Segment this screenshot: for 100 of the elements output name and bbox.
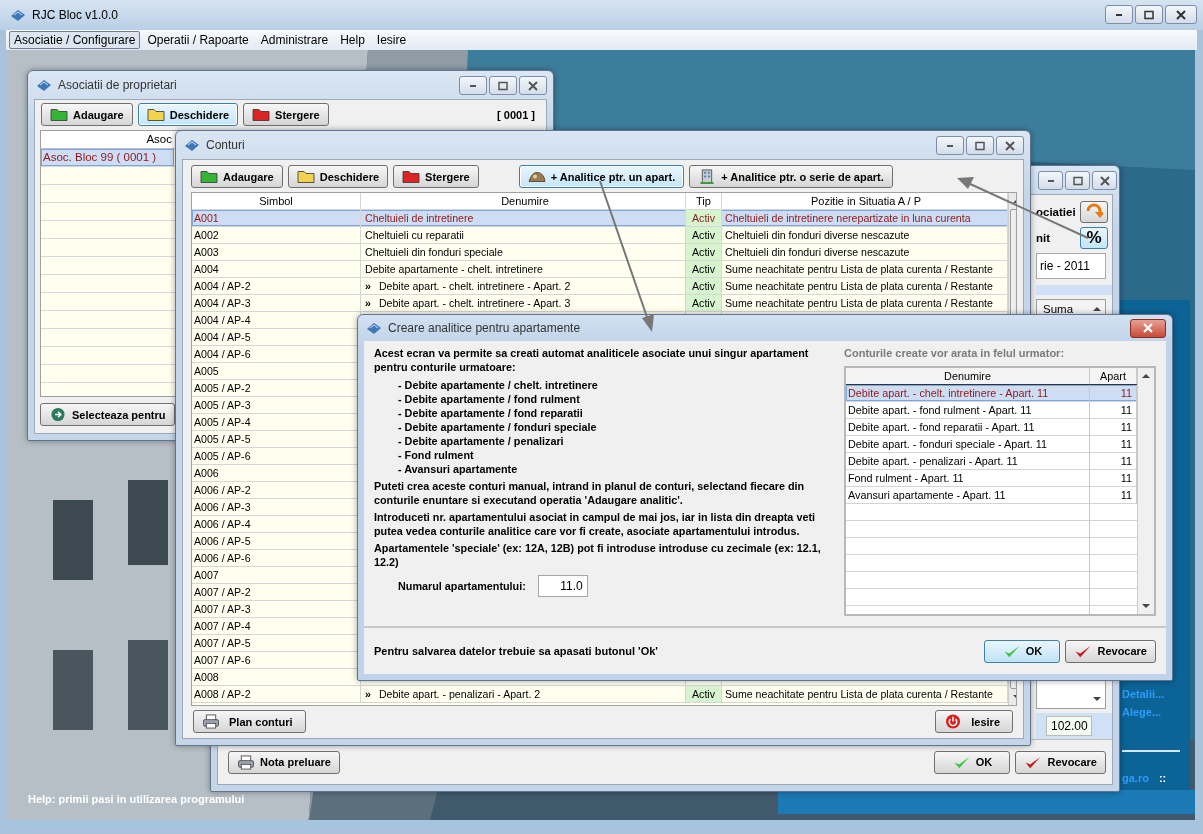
field-label: Numarul apartamentului: <box>398 580 526 592</box>
select-button[interactable]: Selecteaza pentru <box>40 403 175 426</box>
close-button[interactable] <box>519 76 547 95</box>
table-cell-text: Cheltuieli din fonduri diverse nescazute <box>725 245 910 260</box>
table-row[interactable]: A003 Cheltuieli din fonduri speciale Activ Cheltuieli din fonduri diverse nescazute <box>192 244 1008 261</box>
list-item: - Avansuri apartamente <box>398 462 519 476</box>
period-field[interactable]: rie - 2011 <box>1036 253 1106 279</box>
printer-icon <box>202 714 220 729</box>
table-row[interactable]: A004 Debite apartamente - chelt. intretinere Activ Sume neachitate pentru Lista de plata curenta / Restante <box>192 261 1008 278</box>
close-button[interactable] <box>1130 318 1166 338</box>
app-icon <box>184 137 200 153</box>
print-button[interactable]: Plan conturi <box>193 710 306 733</box>
maximize-button[interactable] <box>1135 5 1163 24</box>
folder-icon <box>50 107 68 122</box>
menu-item[interactable]: Administrare <box>255 31 334 49</box>
close-icon <box>1142 323 1154 333</box>
close-icon <box>1004 140 1016 151</box>
toolbar-button[interactable]: + Analitice ptr. o serie de apart. <box>689 165 893 188</box>
table-row[interactable]: A004 / AP-3 » Debite apart. - chelt. intretinere - Apart. 3 Activ Sume neachitate pentru Lista de plata curenta / Restante <box>192 295 1008 312</box>
print-button[interactable]: Nota preluare <box>228 750 340 774</box>
table-cell-text: Activ <box>692 228 715 243</box>
table-row[interactable]: Fond rulment - Apart. 11 11 <box>846 470 1137 487</box>
minimize-button[interactable] <box>1038 171 1063 190</box>
scroll-down-icon[interactable] <box>1141 602 1151 610</box>
table-row[interactable]: A002 Cheltuieli cu reparatii Activ Cheltuieli din fonduri diverse nescazute <box>192 227 1008 244</box>
menu-item[interactable]: Help <box>335 31 370 49</box>
table-row[interactable]: Debite apart. - penalizari - Apart. 11 11 <box>846 453 1137 470</box>
list-item: - Debite apartamente / fond reparatii <box>398 406 584 420</box>
table-cell: Fond rulment - Apart. 11 <box>846 470 1090 486</box>
close-icon <box>527 80 539 91</box>
table-row[interactable]: A001 Cheltuieli de intretinere Activ Cheltuieli de intretinere nerepartizate in luna curenta <box>192 210 1008 227</box>
paragraph: Introduceti nr. apartamentului asociat in campul de mai jos, iar in lista din dreapta veti putea vedea conturile analitice care vor fi create, asociate apartamentului introdus. <box>374 511 816 538</box>
help-text: Help: primii pasi in utilizarea programului <box>28 793 245 805</box>
maximize-button[interactable] <box>1065 171 1090 190</box>
column-header[interactable]: Asoc <box>41 131 174 148</box>
label: nit <box>1036 232 1051 244</box>
window-title: RJC Bloc v1.0.0 <box>32 8 119 22</box>
printer-icon <box>237 754 255 770</box>
paragraph: Puteti crea aceste conturi manual, intrand in planul de conturi, selectand fiecare din conturile enuntare si executand operatia 'Adaugare analitic'. <box>374 480 806 507</box>
folder-icon <box>252 107 271 122</box>
minimize-button[interactable] <box>1105 5 1133 24</box>
toolbar-button[interactable]: + Analitice ptr. un apart. <box>518 165 685 188</box>
table-cell-text: Cheltuieli din fonduri speciale <box>365 245 503 260</box>
table-cell-text: Activ <box>692 296 715 311</box>
table-cell: A008 / AP-2 <box>192 686 361 702</box>
list-item: - Debite apartamente / fonduri speciale <box>398 420 598 434</box>
close-button[interactable] <box>1165 5 1197 24</box>
column-header[interactable]: Denumire <box>361 193 686 209</box>
maximize-icon <box>1071 175 1084 186</box>
table-row[interactable]: Debite apart. - fonduri speciale - Apart. 11 11 <box>846 436 1137 453</box>
apartment-number-field[interactable]: 11.0 <box>537 575 588 597</box>
menu-item[interactable]: Iesire <box>371 31 412 49</box>
toolbar-button[interactable]: Deschidere <box>287 165 389 188</box>
table-row[interactable]: Debite apart. - chelt. intretinere - Apart. 11 11 <box>846 385 1137 402</box>
cancel-button[interactable]: Revocare <box>1065 639 1156 663</box>
table-cell: Debite apart. - penalizari - Apart. 11 <box>846 453 1090 469</box>
scroll-down-icon[interactable] <box>1092 695 1102 703</box>
app-icon <box>36 77 52 93</box>
percent-button[interactable]: % <box>1080 227 1108 249</box>
scroll-up-icon[interactable] <box>1141 372 1151 380</box>
cancel-button[interactable]: Revocare <box>1015 750 1106 774</box>
column-header[interactable]: Simbol <box>192 193 361 209</box>
maximize-button[interactable] <box>966 136 994 155</box>
toolbar-button[interactable]: Stergere <box>243 103 329 126</box>
menu-item[interactable]: Operatii / Rapoarte <box>142 31 254 49</box>
intro-text: Acest ecran va permite sa creati automat analiticele asociate unui singur apartament pentru conturile urmatoare: <box>374 347 810 374</box>
table-cell-text: Debite apart. - chelt. intretinere - Apart. 2 <box>378 279 571 294</box>
menu-item[interactable]: Asociatie / Configurare <box>9 31 141 49</box>
toolbar-button[interactable]: Stergere <box>393 165 479 188</box>
folder-icon <box>146 107 165 122</box>
toolbar-button[interactable]: Adaugare <box>41 103 133 126</box>
table-row[interactable]: Debite apart. - fond rulment - Apart. 11 11 <box>846 402 1137 419</box>
scrollbar[interactable] <box>1137 368 1154 614</box>
toolbar-button[interactable]: Deschidere <box>137 103 239 126</box>
table-row[interactable]: A004 / AP-2 » Debite apart. - chelt. intretinere - Apart. 2 Activ Sume neachitate pentru Lista de plata curenta / Restante <box>192 278 1008 295</box>
table-row[interactable]: Avansuri apartamente - Apart. 11 11 <box>846 487 1137 504</box>
table-cell-text: Cheltuieli cu reparatii <box>365 228 464 243</box>
column-header[interactable]: Denumire <box>846 368 1090 384</box>
minimize-icon <box>947 144 953 147</box>
table-row[interactable]: A008 / AP-2 » Debite apart. - penalizari - Apart. 2 Activ Sume neachitate pentru Lista de plata curenta / Restante <box>192 686 1008 703</box>
table-row[interactable]: Debite apart. - fond reparatii - Apart. 11 11 <box>846 419 1137 436</box>
dome-icon <box>527 169 546 184</box>
exit-button[interactable]: Iesire <box>935 710 1013 733</box>
table-cell: A004 <box>192 261 361 277</box>
close-button[interactable] <box>996 136 1024 155</box>
column-header[interactable]: Tip <box>686 193 722 209</box>
turn-button[interactable] <box>1080 201 1108 223</box>
close-button[interactable] <box>1092 171 1117 190</box>
maximize-button[interactable] <box>489 76 517 95</box>
minimize-button[interactable] <box>459 76 487 95</box>
maximize-icon <box>1143 9 1155 20</box>
list-item: - Debite apartamente / penalizari <box>398 434 565 448</box>
toolbar-button[interactable]: Adaugare <box>191 165 283 188</box>
table-row[interactable]: Asoc. Bloc 99 ( 0001 ) <box>41 149 174 166</box>
window-title: Asociatii de proprietari <box>58 78 177 92</box>
table-cell: Avansuri apartamente - Apart. 11 <box>846 487 1090 503</box>
minimize-button[interactable] <box>936 136 964 155</box>
ok-button[interactable]: OK <box>934 750 1011 774</box>
table-cell: A003 <box>192 244 361 260</box>
ok-button[interactable]: OK <box>984 639 1061 663</box>
